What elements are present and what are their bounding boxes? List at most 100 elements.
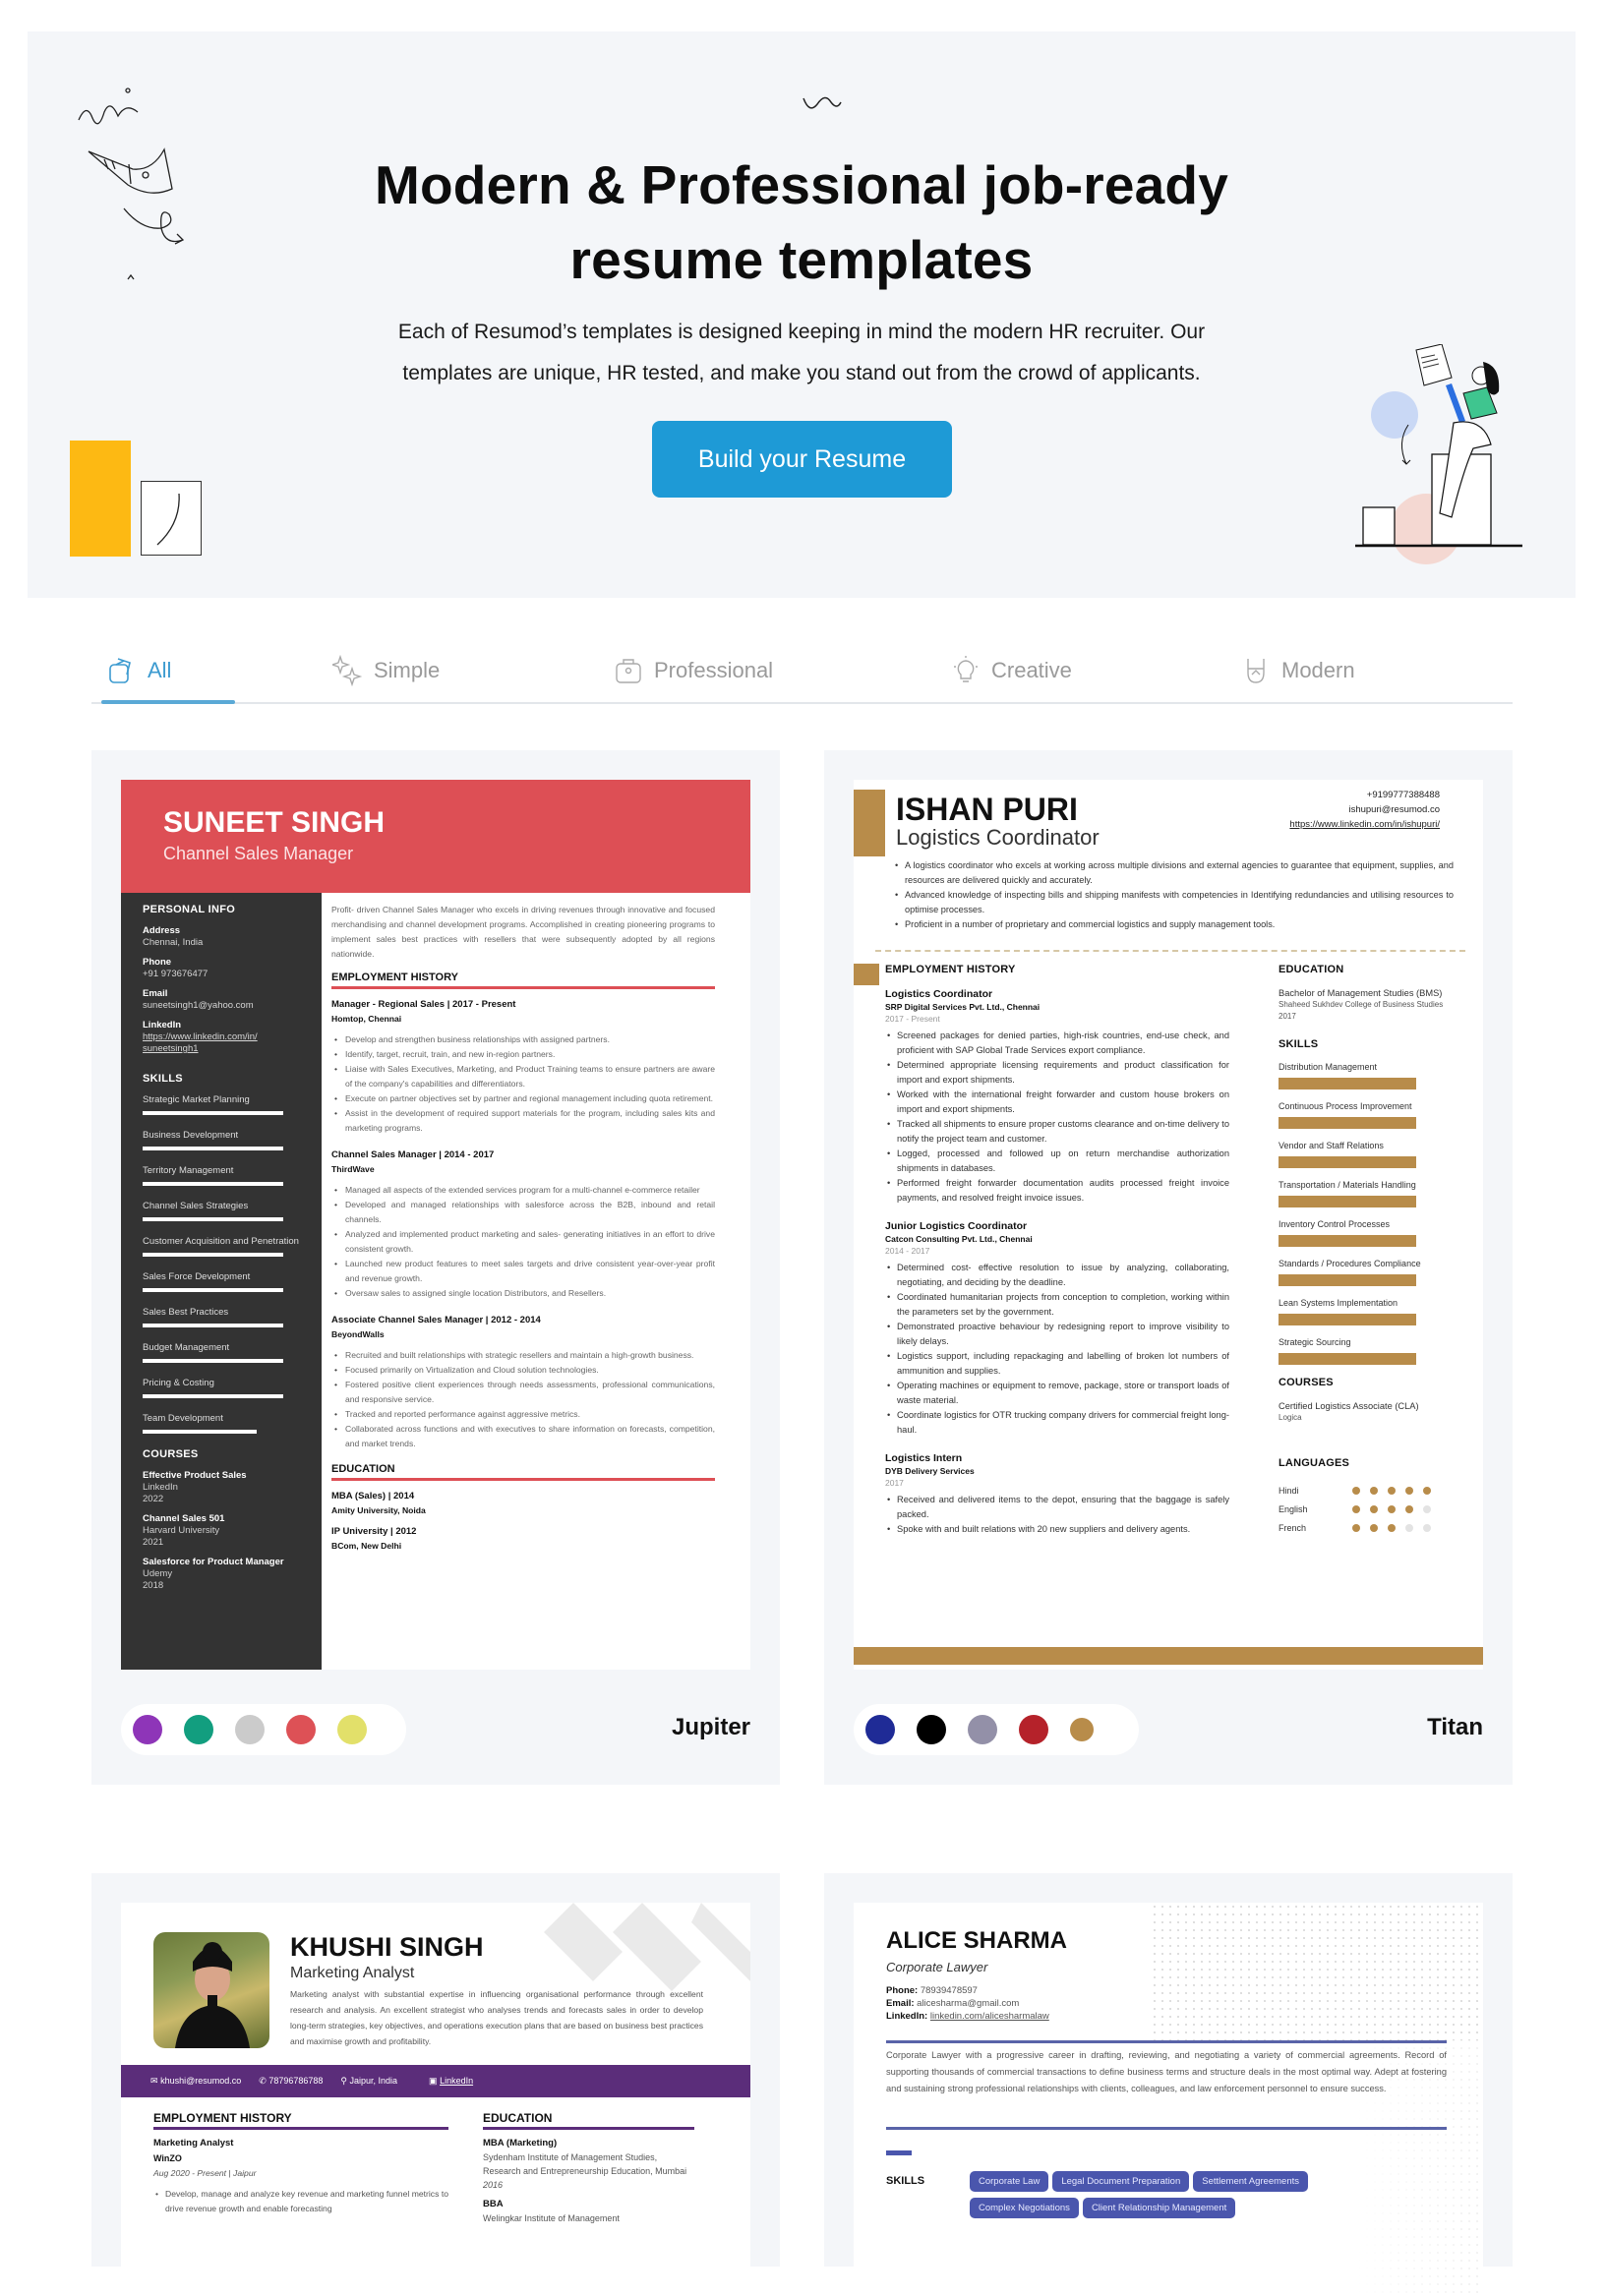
job-bullets: Screened packages for denied parties, hi…: [885, 1029, 1229, 1206]
education-degree: MBA (Sales) | 2014: [331, 1491, 415, 1501]
skill-level-bar: [1279, 1353, 1416, 1365]
skill-level-bar: [1279, 1117, 1416, 1129]
rating-dot: [1388, 1523, 1396, 1532]
section-heading: COURSES: [143, 1448, 199, 1460]
resume-preview[interactable]: SUNEET SINGH Channel Sales Manager PERSO…: [121, 780, 750, 1670]
divider: [886, 2040, 1447, 2043]
rating-dot: [1370, 1523, 1378, 1532]
tab-creative[interactable]: Creative: [950, 653, 1072, 688]
section-accent: [886, 2150, 912, 2155]
title-line-1: Modern & Professional job-ready: [374, 154, 1229, 215]
build-resume-button[interactable]: Build your Resume: [652, 421, 952, 498]
job-bullet: Operating machines or equipment to remov…: [885, 1379, 1229, 1408]
resume-summary: Profit- driven Channel Sales Manager who…: [331, 905, 715, 959]
resume-preview[interactable]: KHUSHI SINGH Marketing Analyst Marketing…: [121, 1903, 750, 2296]
tab-label: Creative: [991, 658, 1072, 682]
color-swatch[interactable]: [184, 1715, 213, 1744]
skill-name: Lean Systems Implementation: [1279, 1298, 1398, 1308]
resume-role: Channel Sales Manager: [163, 844, 354, 863]
job-bullet: Analyzed and implemented product marketi…: [331, 1227, 715, 1257]
tab-professional[interactable]: Professional: [613, 653, 773, 688]
info-value: +91 973676477: [143, 969, 208, 979]
tab-simple[interactable]: Simple: [332, 653, 440, 688]
job-title: Logistics Coordinator: [885, 988, 993, 1000]
skill-name: Pricing & Costing: [143, 1378, 214, 1388]
color-swatch[interactable]: [133, 1715, 162, 1744]
job-bullet: Focused primarily on Virtualization and …: [331, 1363, 715, 1378]
color-swatch[interactable]: [337, 1715, 367, 1744]
resume-preview[interactable]: ISHAN PURI Logistics Coordinator +919977…: [854, 780, 1483, 1670]
education-degree: Bachelor of Management Studies (BMS): [1279, 988, 1443, 998]
phone-label: Phone:: [886, 1985, 919, 1996]
courses-list: Effective Product Sales LinkedIn 2022 Chann…: [143, 1470, 300, 1592]
skill-level-bar: [1279, 1314, 1416, 1325]
skill-name: Strategic Sourcing: [1279, 1337, 1351, 1347]
section-heading: SKILLS: [886, 2175, 925, 2187]
job-bullet: Recruited and built relationships with s…: [331, 1348, 715, 1363]
color-swatch[interactable]: [235, 1715, 265, 1744]
tab-label: Professional: [654, 658, 774, 682]
course-org: LinkedIn: [143, 1482, 178, 1493]
job-bullet: Managed all aspects of the extended serv…: [331, 1183, 715, 1198]
section-heading: EMPLOYMENT HISTORY: [885, 964, 1016, 975]
tab-modern[interactable]: Modern: [1240, 653, 1355, 688]
color-swatches: [121, 1704, 406, 1755]
template-card-alice[interactable]: ALICE SHARMA Corporate Lawyer Phone: 789…: [824, 1873, 1513, 2296]
skill-level-bar: [1279, 1078, 1416, 1089]
job-bullets: Determined cost- effective resolution to…: [885, 1261, 1229, 1438]
skill-name: Continuous Process Improvement: [1279, 1101, 1412, 1111]
skill-name: Sales Best Practices: [143, 1307, 229, 1318]
language-name: English: [1279, 1503, 1308, 1514]
lightbulb-icon: [954, 656, 978, 682]
tab-all[interactable]: All: [106, 653, 171, 688]
job-bullet: Screened packages for denied parties, hi…: [885, 1029, 1229, 1058]
section-heading: EMPLOYMENT HISTORY: [153, 2111, 448, 2130]
email: ishupuri@resumod.co: [1348, 804, 1440, 815]
template-name[interactable]: Titan: [1427, 1714, 1483, 1741]
skill-level-bar: [143, 1288, 283, 1292]
job-years: 2017 - Present: [885, 1014, 940, 1024]
rating-dot: [1423, 1486, 1431, 1495]
skill-level-bar: [143, 1111, 283, 1115]
color-swatch[interactable]: [286, 1715, 316, 1744]
linkedin-link: LinkedIn: [440, 2076, 474, 2086]
job-bullet: Develop and strengthen business relation…: [331, 1032, 715, 1047]
skill-chip: Client Relationship Management: [1082, 2198, 1236, 2218]
color-swatch[interactable]: [1019, 1715, 1048, 1744]
rating-dot: [1388, 1504, 1396, 1513]
resume-role: Marketing Analyst: [290, 1965, 415, 1981]
job-bullets: Managed all aspects of the extended serv…: [331, 1183, 715, 1301]
phone-row: Phone: 78939478597: [886, 1984, 1049, 1997]
phone: +9199777388488: [1366, 790, 1440, 800]
language-row: Hindi: [1279, 1481, 1456, 1500]
job-bullet: Demonstrated proactive behaviour by rede…: [885, 1320, 1229, 1349]
template-card-titan[interactable]: ISHAN PURI Logistics Coordinator +919977…: [824, 750, 1513, 1785]
location-pin-icon: ⚲: [340, 2076, 347, 2086]
job-bullet: Received and delivered items to the depo…: [885, 1493, 1229, 1522]
resume-preview[interactable]: ALICE SHARMA Corporate Lawyer Phone: 789…: [854, 1903, 1483, 2296]
skill-chip: Settlement Agreements: [1193, 2171, 1308, 2192]
skill-level-bar: [143, 1217, 283, 1221]
color-swatch[interactable]: [865, 1715, 895, 1744]
job-bullet: Oversaw sales to assigned single locatio…: [331, 1286, 715, 1301]
section-heading: COURSES: [1279, 1377, 1334, 1388]
language-name: French: [1279, 1522, 1307, 1533]
color-swatch[interactable]: [917, 1715, 946, 1744]
jobs-list: Logistics Coordinator SRP Digital Service…: [885, 987, 1229, 1537]
page-title: Modern & Professional job-ready resume te…: [28, 147, 1576, 297]
skill-level-bar: [143, 1324, 283, 1327]
template-card-jupiter[interactable]: SUNEET SINGH Channel Sales Manager PERSO…: [91, 750, 780, 1785]
summary-bullet: Proficient in a number of proprietary an…: [893, 917, 1454, 932]
course-title: Certified Logistics Associate (CLA): [1279, 1401, 1419, 1411]
template-card-khushi[interactable]: KHUSHI SINGH Marketing Analyst Marketing…: [91, 1873, 780, 2296]
resume-summary: Marketing analyst with substantial exper…: [290, 1989, 703, 2046]
template-category-tabs: All Simple Professional Creative Modern: [91, 639, 1513, 704]
skill-name: Vendor and Staff Relations: [1279, 1141, 1384, 1150]
template-name[interactable]: Jupiter: [672, 1714, 750, 1741]
languages-list: Hindi English French: [1279, 1481, 1456, 1537]
summary-bullet: Advanced knowledge of inspecting bills a…: [893, 888, 1454, 917]
job-company: DYB Delivery Services: [885, 1466, 975, 1476]
job-company: SRP Digital Services Pvt. Ltd., Chennai: [885, 1002, 1041, 1012]
color-swatch[interactable]: [1070, 1718, 1094, 1741]
color-swatch[interactable]: [968, 1715, 997, 1744]
